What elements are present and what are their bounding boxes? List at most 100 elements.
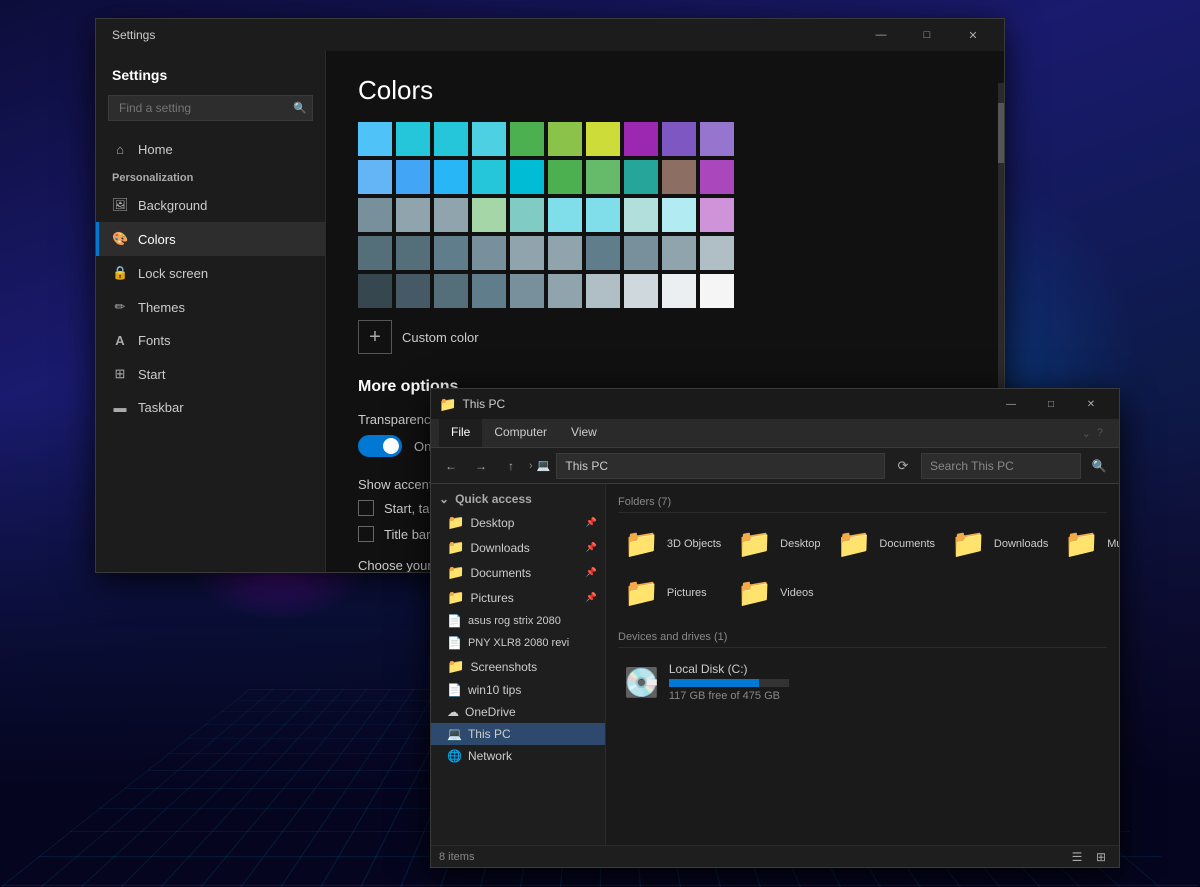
- folder-item-desktop[interactable]: 📁 Desktop: [731, 521, 826, 566]
- nav-forward-button[interactable]: →: [469, 454, 493, 478]
- nav-back-button[interactable]: ←: [439, 454, 463, 478]
- color-swatch-34[interactable]: [510, 236, 544, 270]
- color-swatch-36[interactable]: [586, 236, 620, 270]
- explorer-search-button[interactable]: 🔍: [1087, 454, 1111, 478]
- sidebar-file3[interactable]: 📄 win10 tips: [431, 679, 605, 701]
- color-swatch-10[interactable]: [358, 160, 392, 194]
- explorer-minimize-button[interactable]: —: [991, 389, 1031, 419]
- color-swatch-22[interactable]: [434, 198, 468, 232]
- color-swatch-25[interactable]: [548, 198, 582, 232]
- folder-item-documents[interactable]: 📁 Documents: [831, 521, 942, 566]
- address-path[interactable]: This PC: [556, 453, 885, 479]
- color-swatch-43[interactable]: [472, 274, 506, 308]
- refresh-button[interactable]: ⟳: [891, 454, 915, 478]
- color-swatch-31[interactable]: [396, 236, 430, 270]
- color-swatch-11[interactable]: [396, 160, 430, 194]
- scrollbar-thumb[interactable]: [998, 103, 1004, 163]
- color-swatch-37[interactable]: [624, 236, 658, 270]
- color-swatch-8[interactable]: [662, 122, 696, 156]
- color-swatch-16[interactable]: [586, 160, 620, 194]
- folder-item-3d-objects[interactable]: 📁 3D Objects: [618, 521, 727, 566]
- folder-item-videos[interactable]: 📁 Videos: [731, 570, 826, 615]
- color-swatch-13[interactable]: [472, 160, 506, 194]
- sidebar-item-start[interactable]: ⊞ Start: [96, 357, 325, 391]
- folder-item-music[interactable]: 📁 Music: [1058, 521, 1119, 566]
- color-swatch-3[interactable]: [472, 122, 506, 156]
- local-disk-item[interactable]: 💽 Local Disk (C:) 117 GB free of 475 GB: [618, 656, 1107, 708]
- sidebar-file2[interactable]: 📄 PNY XLR8 2080 revi: [431, 632, 605, 654]
- color-swatch-9[interactable]: [700, 122, 734, 156]
- transparency-toggle[interactable]: [358, 435, 402, 457]
- color-swatch-12[interactable]: [434, 160, 468, 194]
- color-swatch-7[interactable]: [624, 122, 658, 156]
- sidebar-pictures[interactable]: 📁 Pictures 📌: [431, 585, 605, 610]
- sidebar-file1[interactable]: 📄 asus rog strix 2080: [431, 610, 605, 632]
- color-swatch-49[interactable]: [700, 274, 734, 308]
- ribbon-help-btn[interactable]: ?: [1097, 427, 1103, 439]
- color-swatch-33[interactable]: [472, 236, 506, 270]
- explorer-search-bar[interactable]: Search This PC: [921, 453, 1081, 479]
- color-swatch-41[interactable]: [396, 274, 430, 308]
- settings-maximize-button[interactable]: □: [904, 19, 950, 51]
- color-swatch-4[interactable]: [510, 122, 544, 156]
- color-swatch-5[interactable]: [548, 122, 582, 156]
- search-input[interactable]: [108, 95, 313, 121]
- checkbox-titlebar[interactable]: [358, 526, 374, 542]
- custom-color-button[interactable]: + Custom color: [358, 320, 972, 354]
- color-swatch-35[interactable]: [548, 236, 582, 270]
- sidebar-item-background[interactable]: 🖼 Background: [96, 188, 325, 222]
- sidebar-downloads[interactable]: 📁 Downloads 📌: [431, 535, 605, 560]
- color-swatch-14[interactable]: [510, 160, 544, 194]
- sidebar-desktop[interactable]: 📁 Desktop 📌: [431, 510, 605, 535]
- color-swatch-47[interactable]: [624, 274, 658, 308]
- sidebar-item-fonts[interactable]: A Fonts: [96, 324, 325, 357]
- color-swatch-20[interactable]: [358, 198, 392, 232]
- ribbon-tab-file[interactable]: File: [439, 419, 482, 447]
- color-swatch-15[interactable]: [548, 160, 582, 194]
- color-swatch-46[interactable]: [586, 274, 620, 308]
- nav-up-button[interactable]: ↑: [499, 454, 523, 478]
- ribbon-tab-view[interactable]: View: [559, 419, 609, 447]
- color-swatch-48[interactable]: [662, 274, 696, 308]
- settings-minimize-button[interactable]: —: [858, 19, 904, 51]
- color-swatch-18[interactable]: [662, 160, 696, 194]
- folder-item-downloads[interactable]: 📁 Downloads: [945, 521, 1054, 566]
- color-swatch-39[interactable]: [700, 236, 734, 270]
- sidebar-screenshots[interactable]: 📁 Screenshots: [431, 654, 605, 679]
- color-swatch-38[interactable]: [662, 236, 696, 270]
- settings-close-button[interactable]: ✕: [950, 19, 996, 51]
- sidebar-item-colors[interactable]: 🎨 Colors: [96, 222, 325, 256]
- color-swatch-26[interactable]: [586, 198, 620, 232]
- sidebar-onedrive[interactable]: ☁ OneDrive: [431, 701, 605, 723]
- color-swatch-21[interactable]: [396, 198, 430, 232]
- color-swatch-6[interactable]: [586, 122, 620, 156]
- color-swatch-2[interactable]: [434, 122, 468, 156]
- view-details-button[interactable]: ☰: [1067, 847, 1087, 867]
- sidebar-item-lockscreen[interactable]: 🔒 Lock screen: [96, 256, 325, 290]
- color-swatch-27[interactable]: [624, 198, 658, 232]
- ribbon-expand-btn[interactable]: ⌄: [1082, 427, 1091, 440]
- sidebar-item-home[interactable]: ⌂ Home: [96, 133, 325, 166]
- view-large-icons-button[interactable]: ⊞: [1091, 847, 1111, 867]
- sidebar-item-taskbar[interactable]: ▬ Taskbar: [96, 391, 325, 424]
- color-swatch-30[interactable]: [358, 236, 392, 270]
- sidebar-item-themes[interactable]: ✏ Themes: [96, 290, 325, 324]
- explorer-close-button[interactable]: ✕: [1071, 389, 1111, 419]
- color-swatch-28[interactable]: [662, 198, 696, 232]
- color-swatch-19[interactable]: [700, 160, 734, 194]
- color-swatch-17[interactable]: [624, 160, 658, 194]
- color-swatch-0[interactable]: [358, 122, 392, 156]
- color-swatch-24[interactable]: [510, 198, 544, 232]
- sidebar-this-pc[interactable]: 💻 This PC: [431, 723, 605, 745]
- color-swatch-23[interactable]: [472, 198, 506, 232]
- checkbox-start[interactable]: [358, 500, 374, 516]
- search-box[interactable]: 🔍: [108, 95, 313, 121]
- folder-item-pictures[interactable]: 📁 Pictures: [618, 570, 727, 615]
- color-swatch-1[interactable]: [396, 122, 430, 156]
- ribbon-tab-computer[interactable]: Computer: [482, 419, 559, 447]
- explorer-maximize-button[interactable]: □: [1031, 389, 1071, 419]
- color-swatch-44[interactable]: [510, 274, 544, 308]
- color-swatch-45[interactable]: [548, 274, 582, 308]
- color-swatch-32[interactable]: [434, 236, 468, 270]
- color-swatch-40[interactable]: [358, 274, 392, 308]
